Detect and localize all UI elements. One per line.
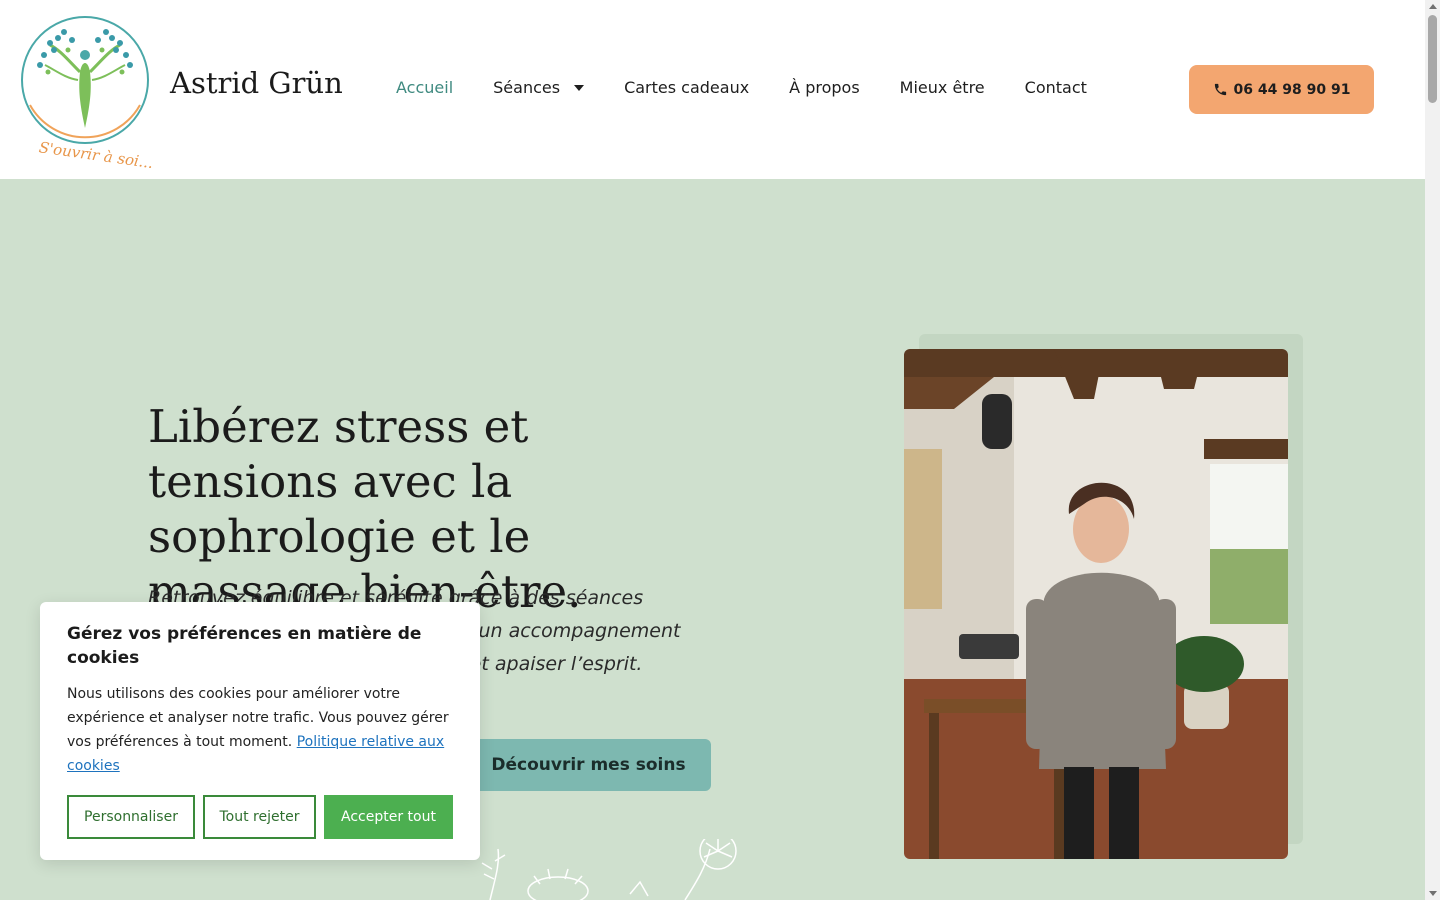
site-header: S'ouvrir à soi... Astrid Grün Accueil Sé… (0, 0, 1425, 179)
cookie-banner-text: Nous utilisons des cookies pour améliore… (67, 682, 453, 778)
nav-item-label: À propos (789, 78, 860, 97)
nav-item-label: Accueil (396, 78, 454, 97)
nav-item-label: Mieux être (899, 78, 985, 97)
phone-button[interactable]: 06 44 98 90 91 (1189, 65, 1374, 114)
nav-item-label: Cartes cadeaux (624, 78, 750, 97)
nav-item-contact[interactable]: Contact (1025, 78, 1087, 97)
nav-item-a-propos[interactable]: À propos (789, 78, 859, 97)
site-logo[interactable]: S'ouvrir à soi... (20, 10, 154, 172)
page-scrollbar[interactable] (1425, 0, 1440, 900)
phone-icon (1214, 83, 1226, 96)
brand-name[interactable]: Astrid Grün (170, 66, 343, 100)
cookie-banner: Gérez vos préférences en matière de cook… (40, 602, 480, 860)
accept-all-cookies-button[interactable]: Accepter tout (324, 795, 453, 839)
scroll-up-icon[interactable] (1429, 4, 1437, 9)
therapist-photo (904, 349, 1288, 859)
scroll-down-icon[interactable] (1429, 891, 1437, 896)
chevron-down-icon[interactable] (574, 84, 585, 91)
main-nav: Accueil Séances Cartes cadeaux À propos … (396, 78, 1127, 97)
flower-decoration (470, 832, 770, 900)
nav-item-seances[interactable]: Séances (493, 78, 585, 97)
reject-all-cookies-button[interactable]: Tout rejeter (203, 795, 316, 839)
customize-cookies-button[interactable]: Personnaliser (67, 795, 195, 839)
scroll-thumb[interactable] (1428, 15, 1437, 103)
nav-item-label: Séances (493, 78, 561, 97)
cookie-banner-title: Gérez vos préférences en matière de cook… (67, 624, 422, 668)
nav-item-cartes-cadeaux[interactable]: Cartes cadeaux (624, 78, 749, 97)
discover-treatments-button[interactable]: Découvrir mes soins (466, 739, 711, 791)
nav-item-label: Contact (1024, 78, 1087, 97)
nav-item-accueil[interactable]: Accueil (396, 78, 453, 97)
phone-number: 06 44 98 90 91 (1233, 81, 1351, 98)
nav-item-mieux-etre[interactable]: Mieux être (900, 78, 985, 97)
cookie-buttons: Personnaliser Tout rejeter Accepter tout (67, 795, 453, 839)
